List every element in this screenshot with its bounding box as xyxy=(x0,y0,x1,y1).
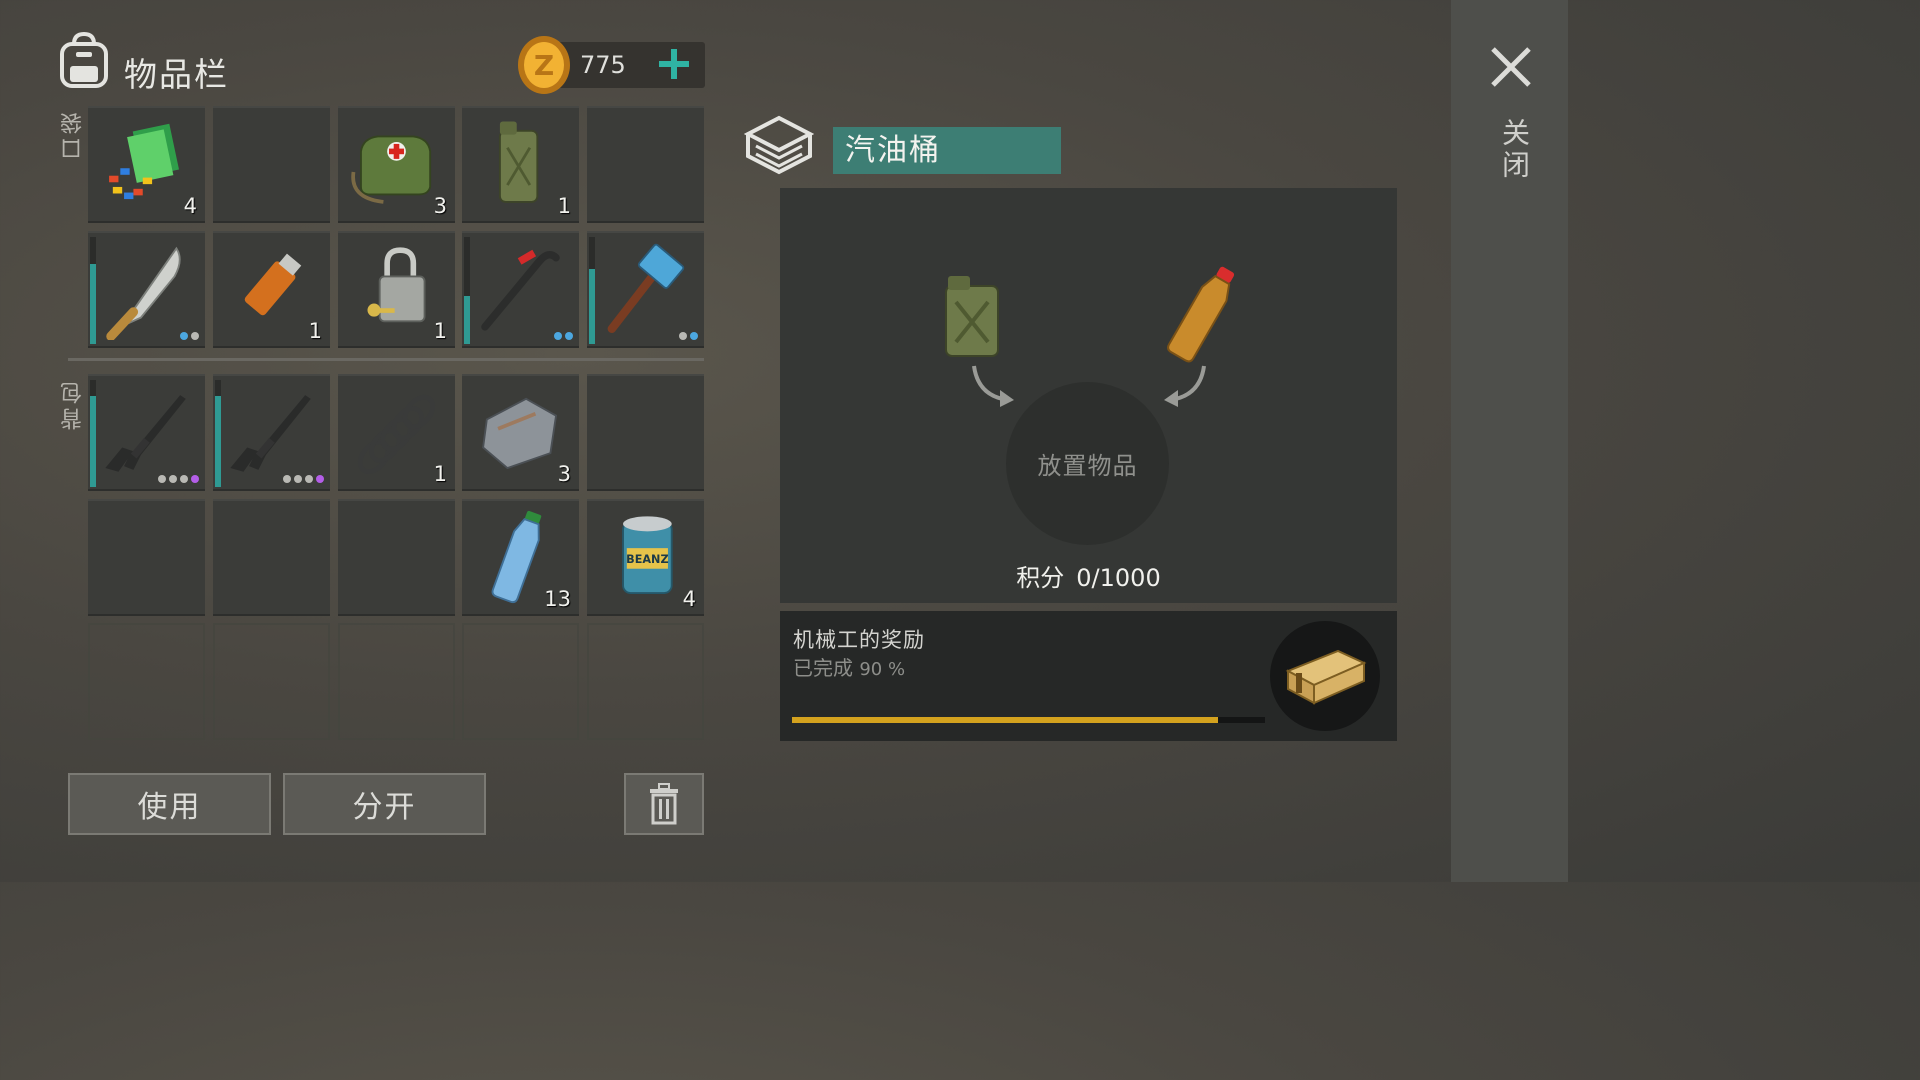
item-count: 3 xyxy=(433,194,447,218)
upgrade-dot xyxy=(180,332,188,340)
item-count: 4 xyxy=(682,587,696,611)
svg-text:Z: Z xyxy=(534,49,554,82)
fuel-bottle-icon xyxy=(1167,266,1235,363)
selected-item-title: 汽油桶 xyxy=(833,127,1061,174)
upgrade-dot xyxy=(180,475,188,483)
backpack-icon xyxy=(60,31,108,88)
score-display: 积分 0/1000 xyxy=(780,558,1397,593)
empty-slot[interactable] xyxy=(213,106,330,223)
pocket-slot[interactable]: 4 xyxy=(88,106,205,223)
item-count: 1 xyxy=(433,319,447,343)
bean-can-icon: BEANZ xyxy=(622,516,673,594)
upgrade-dot xyxy=(554,332,562,340)
trash-button[interactable] xyxy=(624,773,704,835)
pocket-slot[interactable]: 1 xyxy=(213,231,330,348)
empty-slot[interactable] xyxy=(587,374,704,491)
locked-slot xyxy=(213,623,330,740)
upgrade-dot xyxy=(679,332,687,340)
add-coins-button[interactable] xyxy=(656,46,692,82)
empty-slot[interactable] xyxy=(338,499,455,616)
coin-icon: Z xyxy=(518,36,570,94)
reward-progress-fill xyxy=(792,717,1218,723)
reward-status: 已完成 90 % xyxy=(793,652,905,681)
machete-icon xyxy=(106,246,181,340)
arrow-in-left-icon xyxy=(972,365,1014,407)
upgrade-dot xyxy=(690,332,698,340)
coin-balance: 775 xyxy=(580,51,626,79)
sledgehammer-icon xyxy=(607,243,685,333)
reward-status-label: 已完成 xyxy=(793,656,853,680)
upgrade-dots xyxy=(158,475,199,483)
split-button[interactable]: 分开 xyxy=(283,773,486,835)
item-count: 1 xyxy=(433,462,447,486)
medical-bag-icon xyxy=(351,135,432,204)
reward-crate-button[interactable] xyxy=(1270,621,1380,731)
upgrade-dot xyxy=(191,332,199,340)
upgrade-dot xyxy=(158,475,166,483)
pocket-section-label: 口袋 xyxy=(61,108,86,160)
upgrade-dot xyxy=(294,475,302,483)
upgrade-dot xyxy=(565,332,573,340)
locked-slot xyxy=(587,623,704,740)
close-icon[interactable] xyxy=(1488,44,1534,90)
item-count: 3 xyxy=(557,462,571,486)
spring-icon xyxy=(357,394,436,474)
pocket-slot[interactable] xyxy=(462,231,579,348)
reward-title: 机械工的奖励 xyxy=(793,628,925,652)
item-count: 1 xyxy=(557,194,571,218)
use-button[interactable]: 使用 xyxy=(68,773,271,835)
upgrade-dots xyxy=(180,332,199,340)
item-count: 4 xyxy=(183,194,197,218)
section-divider xyxy=(68,358,704,361)
pocket-slot[interactable] xyxy=(587,231,704,348)
storage-box-icon xyxy=(744,115,814,175)
upgrade-dot xyxy=(191,475,199,483)
building-materials-icon xyxy=(109,123,180,200)
jerrycan-icon xyxy=(498,121,539,203)
backpack-slot[interactable]: 13 xyxy=(462,499,579,616)
arrow-in-right-icon xyxy=(1164,365,1206,407)
backpack-slot[interactable]: 3 xyxy=(462,374,579,491)
pocket-slot[interactable]: 1 xyxy=(462,106,579,223)
assault-rifle-icon xyxy=(105,395,186,472)
trash-icon xyxy=(650,783,678,825)
score-value: 0/1000 xyxy=(1076,564,1161,592)
assault-rifle-icon xyxy=(230,395,311,472)
jerrycan-icon xyxy=(945,276,999,357)
close-label[interactable]: 关闭 xyxy=(1494,118,1534,182)
backpack-slot[interactable] xyxy=(213,374,330,491)
upgrade-dots xyxy=(283,475,324,483)
locked-slot xyxy=(338,623,455,740)
locked-slot xyxy=(88,623,205,740)
page-title: 物品栏 xyxy=(124,55,229,94)
backpack-slot[interactable]: BEANZ 4 xyxy=(587,499,704,616)
item-count: 1 xyxy=(308,319,322,343)
empty-slot[interactable] xyxy=(587,106,704,223)
empty-slot[interactable] xyxy=(88,499,205,616)
metal-plate-icon xyxy=(482,397,558,470)
upgrade-dot xyxy=(169,475,177,483)
drop-item-slot[interactable]: 放置物品 xyxy=(1006,382,1169,545)
upgrade-dots xyxy=(679,332,698,340)
item-count: 13 xyxy=(544,587,571,611)
pocket-slot[interactable] xyxy=(88,231,205,348)
svg-text:BEANZ: BEANZ xyxy=(626,553,668,566)
lighter-icon xyxy=(244,253,302,316)
pocket-slot[interactable]: 3 xyxy=(338,106,455,223)
upgrade-dots xyxy=(554,332,573,340)
upgrade-dot xyxy=(316,475,324,483)
upgrade-dot xyxy=(283,475,291,483)
backpack-section-label: 背包 xyxy=(61,378,86,430)
padlock-icon xyxy=(367,247,426,323)
locked-slot xyxy=(462,623,579,740)
empty-slot[interactable] xyxy=(213,499,330,616)
reward-percent: 90 % xyxy=(859,659,906,680)
backpack-slot[interactable]: 1 xyxy=(338,374,455,491)
backpack-slot[interactable] xyxy=(88,374,205,491)
score-label: 积分 xyxy=(1016,564,1065,592)
upgrade-dot xyxy=(305,475,313,483)
crowbar-icon xyxy=(481,249,560,331)
weapon-crate-icon xyxy=(1285,649,1367,705)
pocket-slot[interactable]: 1 xyxy=(338,231,455,348)
